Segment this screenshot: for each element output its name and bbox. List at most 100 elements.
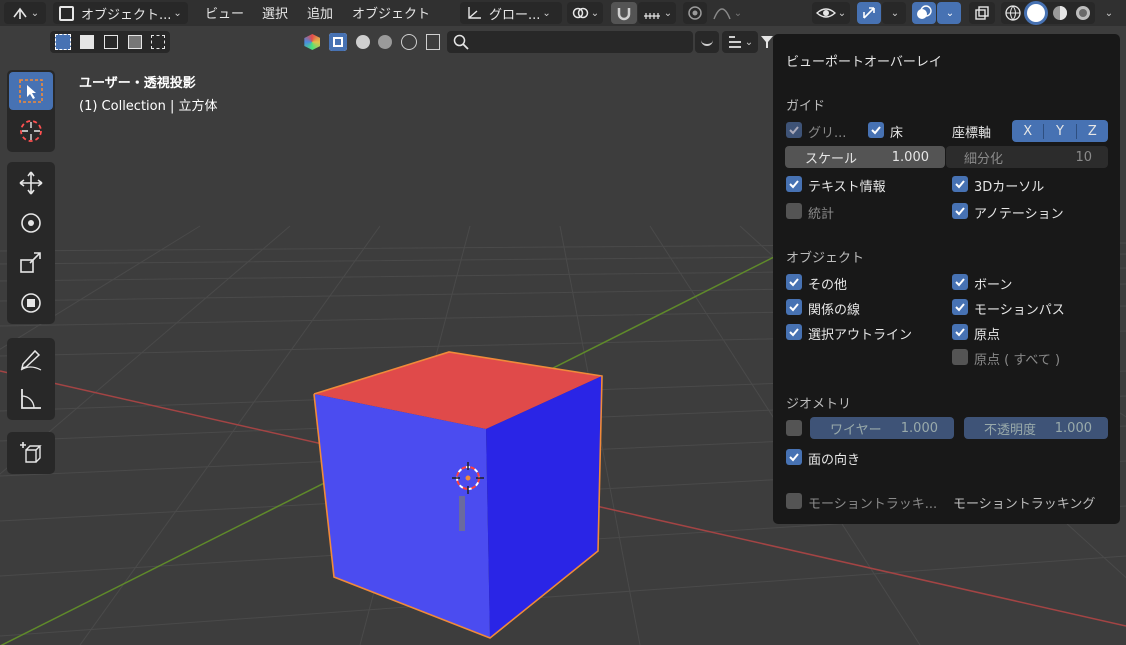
world-icon[interactable] (400, 34, 417, 50)
select-intersect-icon[interactable] (151, 35, 166, 49)
text-info-label: テキスト情報 (808, 180, 886, 195)
section-guides: ガイド (786, 99, 826, 114)
wireframe-shading-icon[interactable] (1004, 4, 1022, 22)
tool-rotate[interactable] (9, 204, 53, 242)
ruler-icon (21, 389, 41, 409)
select-extend-icon[interactable] (80, 35, 95, 49)
pencil-icon (20, 349, 42, 371)
transform-orientation-label: グロー... (489, 7, 541, 23)
snap-target-button[interactable]: ⌄ (638, 2, 676, 24)
outline-selected-checkbox[interactable] (786, 324, 802, 340)
material-shading-icon[interactable] (1051, 4, 1069, 22)
falloff-button[interactable]: ⌄ (709, 2, 745, 24)
toolbar-group-transform (7, 162, 55, 324)
checkmark-icon (955, 207, 965, 216)
mode-label: オブジェクト... (81, 7, 172, 23)
mode-select[interactable]: オブジェクト... ⌄ (53, 2, 188, 24)
magnet-icon (617, 8, 631, 21)
material-icon[interactable] (378, 35, 393, 49)
cursor-tool-icon (20, 120, 42, 142)
origins-checkbox[interactable] (952, 324, 968, 340)
axis-z-toggle[interactable]: Z (1077, 124, 1108, 139)
3d-cursor-checkbox[interactable] (952, 176, 968, 192)
tool-move[interactable] (9, 164, 53, 202)
list-icon (728, 36, 741, 48)
statistics-checkbox[interactable] (786, 203, 802, 219)
xray-icon (975, 6, 989, 20)
floor-checkbox[interactable] (868, 122, 884, 138)
menu-add[interactable]: 追加 (307, 3, 333, 22)
editor-type-icon (13, 7, 27, 19)
overlays-dropdown[interactable]: ⌄ (937, 2, 961, 24)
tool-select-box[interactable] (9, 72, 53, 110)
filter-toggle[interactable] (695, 31, 719, 53)
motion-tracking-checkbox-label: モーショントラッキ... (808, 497, 938, 512)
origins-all-checkbox[interactable] (952, 349, 968, 365)
face-orientation-checkbox[interactable] (786, 449, 802, 465)
editor-type-button[interactable]: ⌄ (4, 2, 46, 24)
select-subtract-icon[interactable] (103, 35, 118, 49)
menu-object[interactable]: オブジェクト (352, 3, 430, 22)
bones-checkbox[interactable] (952, 274, 968, 290)
tool-scale[interactable] (9, 244, 53, 282)
tool-measure[interactable] (9, 380, 53, 418)
pivot-point-button[interactable]: ⌄ (567, 2, 603, 24)
gizmo-dropdown[interactable]: ⌄ (882, 2, 906, 24)
color-cube-icon[interactable] (304, 34, 321, 50)
select-invert-icon[interactable] (127, 35, 142, 49)
snap-toggle[interactable] (611, 2, 637, 24)
floor-label: 床 (890, 126, 904, 141)
xray-toggle[interactable] (969, 2, 995, 24)
wireframe-checkbox[interactable] (786, 420, 802, 436)
axis-x-toggle[interactable]: X (1012, 123, 1045, 139)
relationship-lines-label: 関係の線 (808, 303, 861, 318)
select-new-icon[interactable] (54, 34, 71, 50)
orientation-axes-icon (468, 7, 481, 19)
overlays-toggle[interactable] (912, 2, 936, 24)
tool-annotate[interactable] (9, 340, 53, 378)
opacity-field[interactable]: 不透明度 1.000 (964, 417, 1108, 439)
collection-info-label: (1) Collection | 立方体 (79, 99, 218, 114)
checkmark-icon (955, 180, 965, 189)
motion-tracking-checkbox[interactable] (786, 493, 802, 509)
brush-icon[interactable] (425, 34, 440, 50)
chevron-down-icon: ⌄ (945, 7, 955, 19)
shading-dropdown[interactable]: ⌄ (1098, 2, 1118, 24)
tool-transform[interactable] (9, 284, 53, 322)
annotations-checkbox[interactable] (952, 203, 968, 219)
gizmo-toggle[interactable] (857, 2, 881, 24)
select-mode-icon[interactable] (328, 33, 347, 51)
relationship-lines-checkbox[interactable] (786, 299, 802, 315)
rotate-icon (21, 213, 41, 233)
subdivision-field[interactable]: 細分化 10 (946, 146, 1108, 168)
solid-shading-icon[interactable] (1027, 4, 1046, 22)
tool-add-cube[interactable] (9, 434, 53, 472)
motion-paths-checkbox[interactable] (952, 299, 968, 315)
checkmark-icon (789, 328, 799, 337)
transform-orientation-select[interactable]: グロー... ⌄ (460, 2, 562, 24)
axis-y-toggle[interactable]: Y (1044, 123, 1077, 139)
extras-checkbox[interactable] (786, 274, 802, 290)
tool-cursor[interactable] (9, 112, 53, 150)
proportional-editing-toggle[interactable] (683, 2, 707, 24)
extras-label: その他 (808, 278, 848, 293)
wireframe-field[interactable]: ワイヤー 1.000 (810, 417, 954, 439)
viewport-header: ⌄ オブジェクト... ⌄ ビュー 選択 追加 オブジェクト グロー... ⌄ ⌄ … (0, 0, 1126, 26)
wireframe-value: 1.000 (900, 420, 938, 436)
visibility-button[interactable]: ⌄ (812, 2, 850, 24)
axes-toggle-group: X Y Z (1012, 120, 1108, 142)
object-icon[interactable] (355, 35, 370, 49)
text-info-checkbox[interactable] (786, 176, 802, 192)
scale-field[interactable]: スケール 1.000 (785, 146, 945, 168)
display-options-button[interactable]: ⌄ (722, 31, 758, 53)
menu-select[interactable]: 選択 (262, 3, 288, 22)
rendered-shading-icon[interactable] (1074, 4, 1092, 22)
grid-checkbox[interactable] (786, 122, 802, 138)
menu-view[interactable]: ビュー (205, 3, 244, 22)
gizmo-icon (863, 7, 875, 19)
search-field[interactable] (447, 31, 693, 53)
checkmark-icon (789, 453, 799, 462)
checkmark-icon (871, 126, 881, 135)
curve-icon (701, 38, 713, 46)
overlays-icon (917, 5, 932, 19)
